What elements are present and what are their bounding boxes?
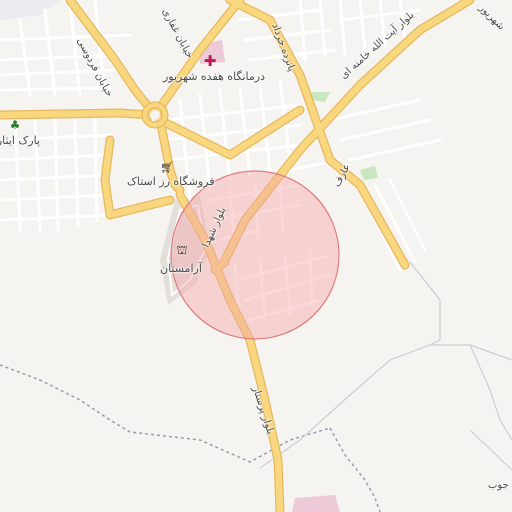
tree-icon[interactable]: ♣ — [8, 118, 22, 132]
cemetery-label: آرامستان — [160, 262, 202, 275]
boundary-lines — [0, 364, 381, 512]
hospital-area-bottom — [292, 495, 340, 512]
store-label: فروشگاه رز استاک — [127, 175, 215, 188]
clinic-label: درمانگاه هفده شهریور — [163, 70, 266, 83]
map-canvas[interactable]: ✚ 🛒︎ ⛫ ♣ درمانگاه هفده شهریور فروشگاه رز… — [0, 0, 512, 512]
green-patch — [360, 166, 378, 180]
land-patch — [0, 0, 60, 20]
bottom-right-label: جوب — [488, 480, 509, 491]
search-radius-circle[interactable] — [170, 170, 340, 340]
hospital-cross-icon[interactable]: ✚ — [203, 52, 217, 70]
shopping-cart-icon[interactable]: 🛒︎ — [160, 160, 174, 174]
park-label: پارک ایثار — [0, 134, 40, 147]
cemetery-icon[interactable]: ⛫ — [175, 243, 189, 258]
